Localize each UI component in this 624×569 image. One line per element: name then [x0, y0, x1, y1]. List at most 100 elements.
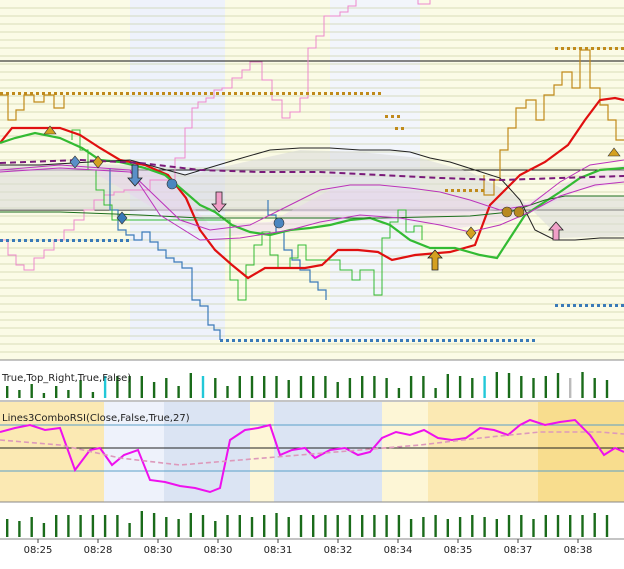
blue-dotted-level	[514, 339, 517, 342]
volume2-bar	[605, 515, 609, 537]
orange-dotted-level	[84, 92, 87, 95]
orange-dotted-level	[330, 92, 333, 95]
blue-dotted-level	[364, 339, 367, 342]
blue-dotted-level	[232, 339, 235, 342]
trading-chart: True,Top_Right,True,False) Lines3ComboRS…	[0, 0, 624, 569]
volume2-bar	[275, 513, 278, 537]
orange-dotted-level	[162, 92, 165, 95]
blue-dotted-level	[490, 339, 493, 342]
volume-bar	[336, 382, 339, 398]
orange-dotted-level	[54, 92, 57, 95]
blue-dotted-level	[286, 339, 289, 342]
blue-dotted-level	[340, 339, 343, 342]
blue-dotted-level	[424, 339, 427, 342]
blue-dotted-level	[90, 239, 93, 242]
orange-dotted-level	[228, 92, 231, 95]
orange-dotted-level	[198, 92, 201, 95]
volume-bar	[18, 390, 21, 398]
orange-dotted-level	[270, 92, 273, 95]
volume-bar	[140, 376, 143, 398]
volume-bar	[409, 376, 413, 398]
orange-dotted-level	[48, 92, 51, 95]
volume-bar	[385, 378, 388, 398]
volume2-bar	[397, 515, 401, 537]
orange-dotted-level	[385, 115, 388, 118]
blue-dotted-level	[6, 239, 9, 242]
orange-dotted-level	[36, 92, 39, 95]
volume-bar	[238, 376, 241, 398]
blue-dotted-level	[108, 239, 111, 242]
time-tick-label: 08:31	[264, 545, 293, 556]
chart-svg: True,Top_Right,True,False) Lines3ComboRS…	[0, 0, 624, 569]
blue-dotted-level	[48, 239, 51, 242]
circle-marker	[273, 217, 285, 229]
orange-dotted-level	[603, 47, 606, 50]
time-tick-label: 08:30	[204, 545, 233, 556]
time-tick-label: 08:30	[144, 545, 173, 556]
orange-dotted-level	[12, 92, 15, 95]
volume-bar	[593, 378, 596, 398]
orange-dotted-level	[294, 92, 297, 95]
volume2-bar	[422, 517, 425, 537]
volume2-bar	[434, 515, 437, 537]
blue-dotted-level	[442, 339, 445, 342]
blue-dotted-level	[60, 239, 63, 242]
blue-dotted-level	[220, 339, 223, 342]
volume-bar	[287, 380, 290, 398]
volume-bar	[483, 376, 486, 398]
blue-dotted-level	[412, 339, 415, 342]
orange-dotted-level	[561, 47, 564, 50]
volume-bar	[361, 376, 364, 398]
blue-dotted-level	[120, 239, 123, 242]
volume2-bar	[471, 515, 474, 537]
volume-bar	[214, 378, 217, 398]
orange-dotted-level	[168, 92, 171, 95]
orange-dotted-level	[469, 189, 472, 192]
time-tick-label: 08:28	[84, 545, 113, 556]
blue-dotted-level	[496, 339, 499, 342]
blue-dotted-level	[346, 339, 349, 342]
volume2-bar	[287, 517, 290, 537]
volume-bar	[226, 386, 229, 398]
blue-dotted-level	[532, 339, 535, 342]
blue-dotted-level	[448, 339, 451, 342]
orange-dotted-level	[186, 92, 189, 95]
time-tick-label: 08:34	[384, 545, 413, 556]
volume-bar	[422, 376, 425, 398]
orange-dotted-level	[585, 47, 588, 50]
blue-dotted-level	[328, 339, 331, 342]
orange-dotted-level	[336, 92, 339, 95]
volume2-bar	[409, 519, 413, 537]
volume2-bar	[18, 521, 21, 537]
volume2-bar	[385, 515, 388, 537]
orange-dotted-level	[42, 92, 45, 95]
volume-bar	[299, 376, 303, 398]
volume2-bar	[507, 515, 511, 537]
blue-dotted-level	[316, 339, 319, 342]
orange-dotted-level	[132, 92, 135, 95]
volume-bar	[458, 376, 462, 398]
volume2-bar	[299, 515, 303, 537]
orange-dotted-level	[282, 92, 285, 95]
volume2-bar	[556, 515, 560, 537]
orange-dotted-level	[567, 47, 570, 50]
orange-dotted-level	[66, 92, 69, 95]
orange-dotted-level	[391, 115, 394, 118]
blue-dotted-level	[298, 339, 301, 342]
volume-bar	[348, 378, 352, 398]
volume2-bar	[348, 515, 352, 537]
blue-dotted-level	[400, 339, 403, 342]
blue-dotted-level	[12, 239, 15, 242]
volume2-bar	[581, 515, 584, 537]
volume2-bar	[593, 513, 596, 537]
orange-dotted-level	[72, 92, 75, 95]
orange-dotted-level	[378, 92, 381, 95]
blue-dotted-level	[567, 304, 570, 307]
rsi-indicator-label: Lines3ComboRSI(Close,False,True,27)	[2, 413, 190, 424]
blue-dotted-level	[430, 339, 433, 342]
volume-bar	[165, 378, 168, 398]
blue-dotted-level	[226, 339, 229, 342]
volume-bar	[495, 372, 498, 398]
volume-bar	[177, 386, 180, 398]
blue-dotted-level	[502, 339, 505, 342]
